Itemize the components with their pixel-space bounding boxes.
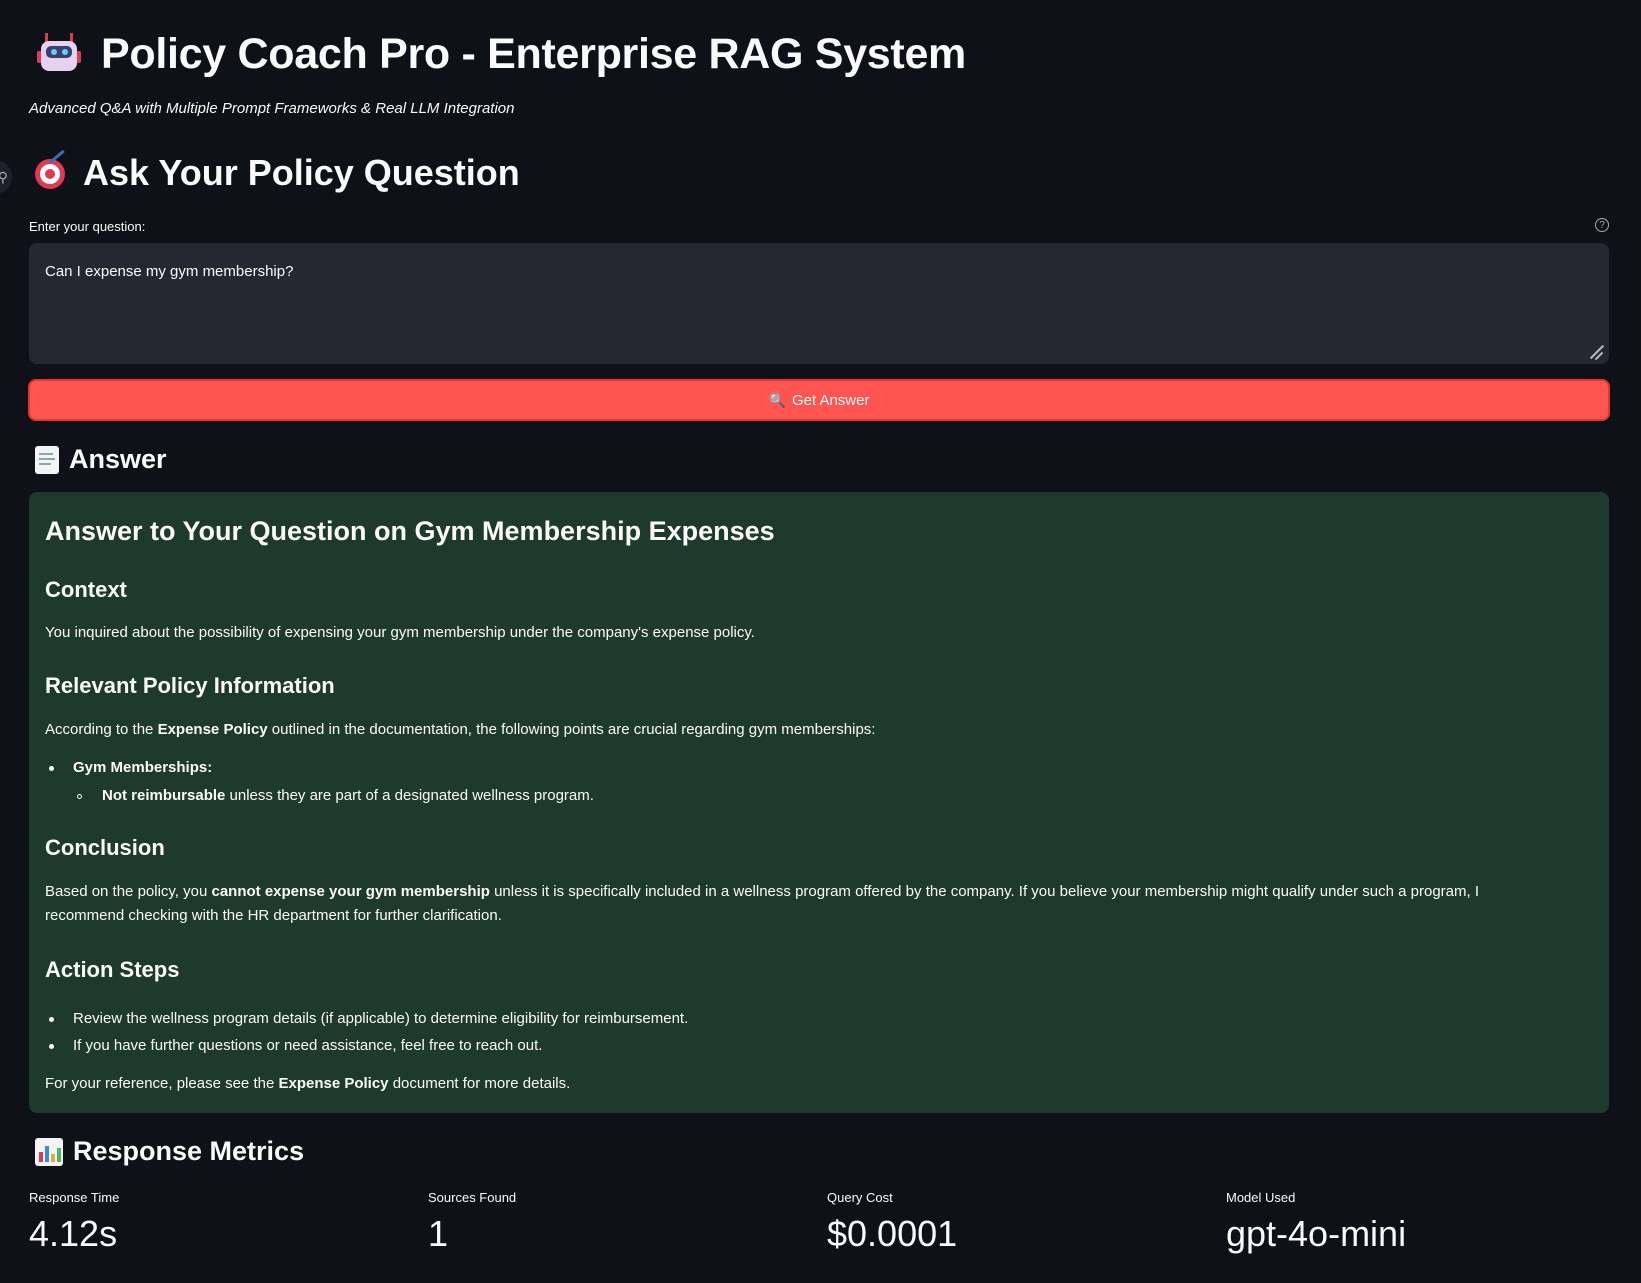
metric-response-time: Response Time 4.12s <box>29 1190 119 1255</box>
context-text: You inquired about the possibility of ex… <box>45 624 755 641</box>
conclusion-heading: Conclusion <box>45 835 165 860</box>
answer-title: Answer to Your Question on Gym Membershi… <box>45 516 775 546</box>
list-item: Not reimbursable unless they are part of… <box>102 787 594 804</box>
memo-icon <box>35 445 59 474</box>
metrics-heading: Response Metrics <box>73 1136 305 1166</box>
metric-value: 4.12s <box>29 1213 118 1254</box>
target-icon <box>33 149 69 191</box>
metric-value: $0.0001 <box>827 1213 958 1254</box>
anchor-link-icon[interactable]: ⚲ <box>0 160 12 194</box>
conclusion-text: Based on the policy, you cannot expense … <box>45 883 1480 924</box>
list-item: Gym Memberships: <box>73 759 213 776</box>
ask-heading: Ask Your Policy Question <box>83 152 520 193</box>
metric-label: Sources Found <box>428 1190 517 1205</box>
resize-handle-icon[interactable] <box>1589 344 1605 361</box>
answer-heading: Answer <box>69 444 167 474</box>
metric-label: Model Used <box>1226 1190 1296 1205</box>
question-textarea[interactable]: Can I expense my gym membership? <box>29 243 1609 364</box>
metric-label: Response Time <box>29 1190 120 1205</box>
ask-heading-row: Ask Your Policy Question <box>33 149 520 194</box>
list-item: Review the wellness program details (if … <box>73 1010 689 1027</box>
reference-text: For your reference, please see the Expen… <box>45 1075 571 1092</box>
page-subtitle: Advanced Q&A with Multiple Prompt Framew… <box>29 100 515 117</box>
answer-panel: Answer to Your Question on Gym Membershi… <box>29 492 1609 1113</box>
help-icon[interactable]: ? <box>1595 218 1609 232</box>
metric-model-used: Model Used gpt-4o-mini <box>1226 1190 1406 1255</box>
metric-sources-found: Sources Found 1 <box>428 1190 516 1255</box>
metrics-heading-row: Response Metrics <box>35 1136 304 1167</box>
robot-icon <box>35 31 83 79</box>
metric-value: gpt-4o-mini <box>1226 1213 1407 1254</box>
page-title: Policy Coach Pro - Enterprise RAG System <box>101 30 966 78</box>
answer-heading-row: Answer <box>35 444 167 475</box>
question-label: Enter your question: <box>29 219 146 234</box>
metric-label: Query Cost <box>827 1190 893 1205</box>
question-text: Can I expense my gym membership? <box>45 263 294 280</box>
metric-query-cost: Query Cost $0.0001 <box>827 1190 957 1255</box>
context-heading: Context <box>45 577 127 602</box>
relevant-heading: Relevant Policy Information <box>45 673 335 698</box>
get-answer-button[interactable]: 🔍 Get Answer <box>28 379 1610 421</box>
list-item: If you have further questions or need as… <box>73 1037 543 1054</box>
get-answer-label: Get Answer <box>791 391 870 409</box>
metric-value: 1 <box>428 1213 449 1254</box>
relevant-text: According to the Expense Policy outlined… <box>45 721 876 738</box>
page-title-row: Policy Coach Pro - Enterprise RAG System <box>35 30 966 79</box>
bar-chart-icon <box>35 1137 63 1166</box>
action-heading: Action Steps <box>45 957 180 982</box>
magnifier-icon: 🔍 <box>768 391 786 408</box>
